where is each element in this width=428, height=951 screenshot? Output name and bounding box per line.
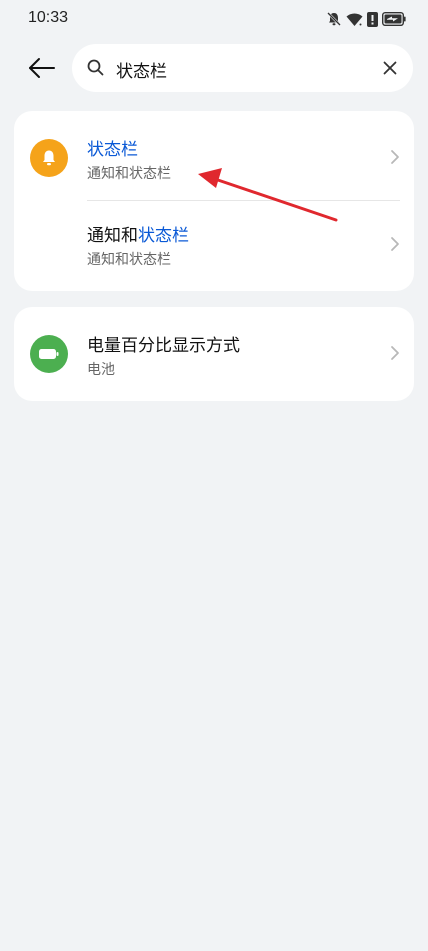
- back-button[interactable]: [24, 52, 60, 84]
- wifi-icon: [346, 13, 363, 26]
- battery-charging-icon: [382, 12, 406, 26]
- result-subtitle: 通知和状态栏: [87, 166, 171, 182]
- back-arrow-icon: [29, 58, 55, 78]
- result-title: 通知和状态栏: [87, 226, 189, 246]
- search-input[interactable]: 状态栏: [116, 57, 167, 82]
- results-card-notifications: 状态栏 通知和状态栏 通知和状态栏 通知和状态栏: [14, 111, 414, 291]
- search-field[interactable]: 状态栏: [72, 44, 413, 92]
- chevron-right-icon: [391, 346, 399, 360]
- status-icons: [326, 10, 406, 28]
- alert-icon: [367, 11, 378, 27]
- battery-icon: [30, 335, 68, 373]
- results-card-battery: 电量百分比显示方式 电池: [14, 307, 414, 401]
- chevron-right-icon: [391, 237, 399, 251]
- status-bar: 10:33: [0, 0, 428, 38]
- notifications-off-icon: [327, 12, 341, 26]
- status-time: 10:33: [28, 9, 69, 26]
- result-item-battery-percentage[interactable]: 电量百分比显示方式 电池: [14, 307, 414, 401]
- result-title: 电量百分比显示方式: [87, 336, 240, 356]
- result-subtitle: 通知和状态栏: [87, 252, 171, 268]
- result-title: 状态栏: [87, 140, 138, 160]
- bell-icon: [30, 139, 68, 177]
- search-icon: [87, 59, 104, 76]
- result-item-status-bar[interactable]: 状态栏 通知和状态栏: [14, 111, 414, 201]
- result-subtitle: 电池: [87, 362, 115, 378]
- result-item-notifications-status-bar[interactable]: 通知和状态栏 通知和状态栏: [14, 201, 414, 291]
- clear-icon[interactable]: [381, 59, 399, 77]
- chevron-right-icon: [391, 150, 399, 164]
